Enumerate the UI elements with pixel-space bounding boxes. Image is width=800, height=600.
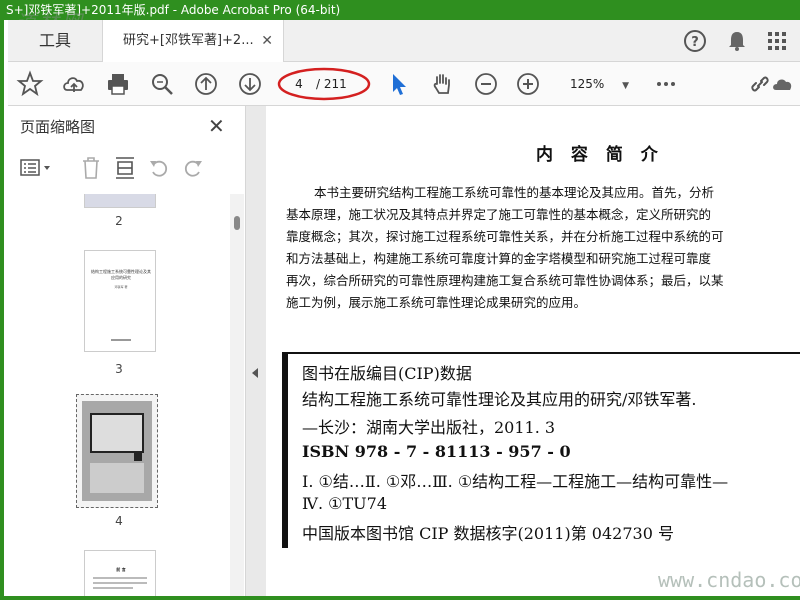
- panel-title: 页面缩略图: [20, 118, 96, 136]
- thumbnail-list: 2 结构工程施工系统可靠性理论及其应用的研究 邓铁军 著 3 4 前 言: [8, 194, 230, 596]
- thumbnail-page-4-selected[interactable]: [76, 394, 158, 508]
- svg-text:?: ?: [691, 35, 699, 50]
- cip-isbn: ISBN 978 - 7 - 81113 - 957 - 0: [302, 442, 571, 461]
- cloud-sign-icon[interactable]: [770, 70, 796, 98]
- main-toolbar: 4 / 211 125% ▼: [8, 62, 800, 106]
- tab-tools[interactable]: 工具: [8, 20, 102, 62]
- cip-line: 中国版本图书馆 CIP 数据核字(2011)第 042730 号: [302, 524, 674, 543]
- cip-line: Ⅳ. ①TU74: [302, 494, 388, 513]
- star-icon[interactable]: [16, 70, 44, 98]
- thumbnail-author: 邓铁军 著: [114, 285, 128, 289]
- zoom-level-select[interactable]: 125% ▼: [570, 74, 629, 96]
- thumbnail-label: 3: [115, 362, 123, 376]
- page-down-icon[interactable]: [236, 70, 264, 98]
- more-icon[interactable]: [652, 70, 680, 98]
- print-icon[interactable]: [104, 70, 132, 98]
- thumbnail-mark: [134, 453, 142, 461]
- cip-line: 结构工程施工系统可靠性理论及其应用的研究/邓铁军著.: [302, 390, 697, 409]
- document-heading: 内 容 简 介: [536, 145, 664, 165]
- cloud-upload-icon[interactable]: [60, 70, 88, 98]
- thumbnail-footer: [111, 339, 131, 341]
- thumbnail-label: 4: [115, 514, 123, 528]
- thumbnail-scrollbar[interactable]: [230, 194, 244, 596]
- thumbnail-options-icon[interactable]: [18, 154, 54, 182]
- document-view[interactable]: 内 容 简 介 本书主要研究结构工程施工系统可靠性的基本理论及其应用。首先，分析…: [266, 106, 800, 596]
- help-icon[interactable]: ?: [682, 28, 708, 54]
- tab-row: 工具 研究+[邓铁军著]+2... ✕ ?: [8, 20, 800, 62]
- paragraph-line: 基本原理，施工状况及其特点并界定了施工可靠性的基本概念，定义所研究的: [286, 207, 712, 222]
- thumbnail-text-line: [93, 587, 133, 589]
- apps-grid-icon[interactable]: [764, 28, 790, 54]
- rotate-left-icon[interactable]: [146, 154, 172, 182]
- panel-close-icon[interactable]: ✕: [208, 114, 225, 138]
- thumbnail-heading: 前 言: [116, 567, 126, 572]
- paragraph-line: 施工为例，展示施工系统可靠性理论成果研究的应用。: [286, 295, 587, 310]
- thumbnail-image: [82, 401, 152, 501]
- cip-line: —长沙：湖南大学出版社，2011. 3: [302, 418, 556, 437]
- tab-close-icon[interactable]: ✕: [261, 20, 273, 62]
- thumbnail-label: 2: [115, 214, 123, 228]
- insert-page-icon[interactable]: [112, 154, 138, 182]
- paragraph-line: 靠度概念；其次，探讨施工过程系统可靠性关系，并在分析施工过程中系统的可: [286, 229, 724, 244]
- thumbnail-page-3[interactable]: 结构工程施工系统可靠性理论及其应用的研究 邓铁军 著: [84, 250, 156, 352]
- chevron-down-icon: ▼: [622, 81, 630, 91]
- zoom-search-icon[interactable]: [148, 70, 176, 98]
- paragraph-line: 本书主要研究结构工程施工系统可靠性的基本理论及其应用。首先，分析: [314, 185, 715, 200]
- paragraph-line: 再次，综合所研究的可靠性原理构建施工复合系统可靠性协调体系；最后，以某: [286, 273, 724, 288]
- zoom-in-icon[interactable]: [514, 70, 542, 98]
- acrobat-window: S+]邓铁军著]+2011年版.pdf - Adobe Acrobat Pro …: [0, 0, 800, 600]
- trash-icon[interactable]: [78, 154, 104, 182]
- bell-icon[interactable]: [724, 28, 750, 54]
- cip-line: Ⅰ. ①结…Ⅱ. ①邓…Ⅲ. ①结构工程—工程施工—结构可靠性—: [302, 472, 729, 491]
- window-title-bar: S+]邓铁军著]+2011年版.pdf - Adobe Acrobat Pro …: [4, 0, 800, 20]
- thumbnail-toolbar: [8, 146, 246, 190]
- zoom-out-icon[interactable]: [472, 70, 500, 98]
- thumbnail-cip-box: [90, 413, 144, 453]
- hand-icon[interactable]: [428, 70, 456, 98]
- rotate-right-icon[interactable]: [180, 154, 206, 182]
- thumbnail-page-2[interactable]: [84, 194, 156, 208]
- thumbnail-text-line: [93, 577, 147, 579]
- highlight-oval: [277, 67, 371, 101]
- page-up-icon[interactable]: [192, 70, 220, 98]
- thumbnail-text-block: [90, 463, 144, 493]
- cip-line: 图书在版编目(CIP)数据: [302, 364, 472, 383]
- panel-collapse-gutter[interactable]: [246, 106, 266, 596]
- thumbnail-page-5[interactable]: 前 言: [84, 550, 156, 596]
- cip-data-block: 图书在版编目(CIP)数据 结构工程施工系统可靠性理论及其应用的研究/邓铁军著.…: [282, 352, 800, 548]
- select-arrow-icon[interactable]: [384, 70, 412, 98]
- collapse-arrow-icon[interactable]: [252, 368, 258, 378]
- watermark-url: www.cndao.com: [658, 568, 800, 592]
- tab-document-label: 研究+[邓铁军著]+2...: [123, 33, 254, 48]
- tab-document[interactable]: 研究+[邓铁军著]+2... ✕: [102, 20, 284, 62]
- paragraph-line: 和方法基础上，构建施工系统可靠度计算的金字塔模型和研究施工过程可靠度: [286, 251, 712, 266]
- zoom-level-value: 125%: [570, 77, 605, 91]
- page-thumbnails-panel: 页面缩略图 ✕ 2 结构工程施工系统可靠性理论及其应用的研究 邓铁军 著 3 4…: [8, 106, 246, 596]
- thumbnail-heading: 结构工程施工系统可靠性理论及其应用的研究: [91, 269, 151, 280]
- scrollbar-thumb[interactable]: [234, 216, 240, 230]
- thumbnail-text-line: [93, 582, 147, 584]
